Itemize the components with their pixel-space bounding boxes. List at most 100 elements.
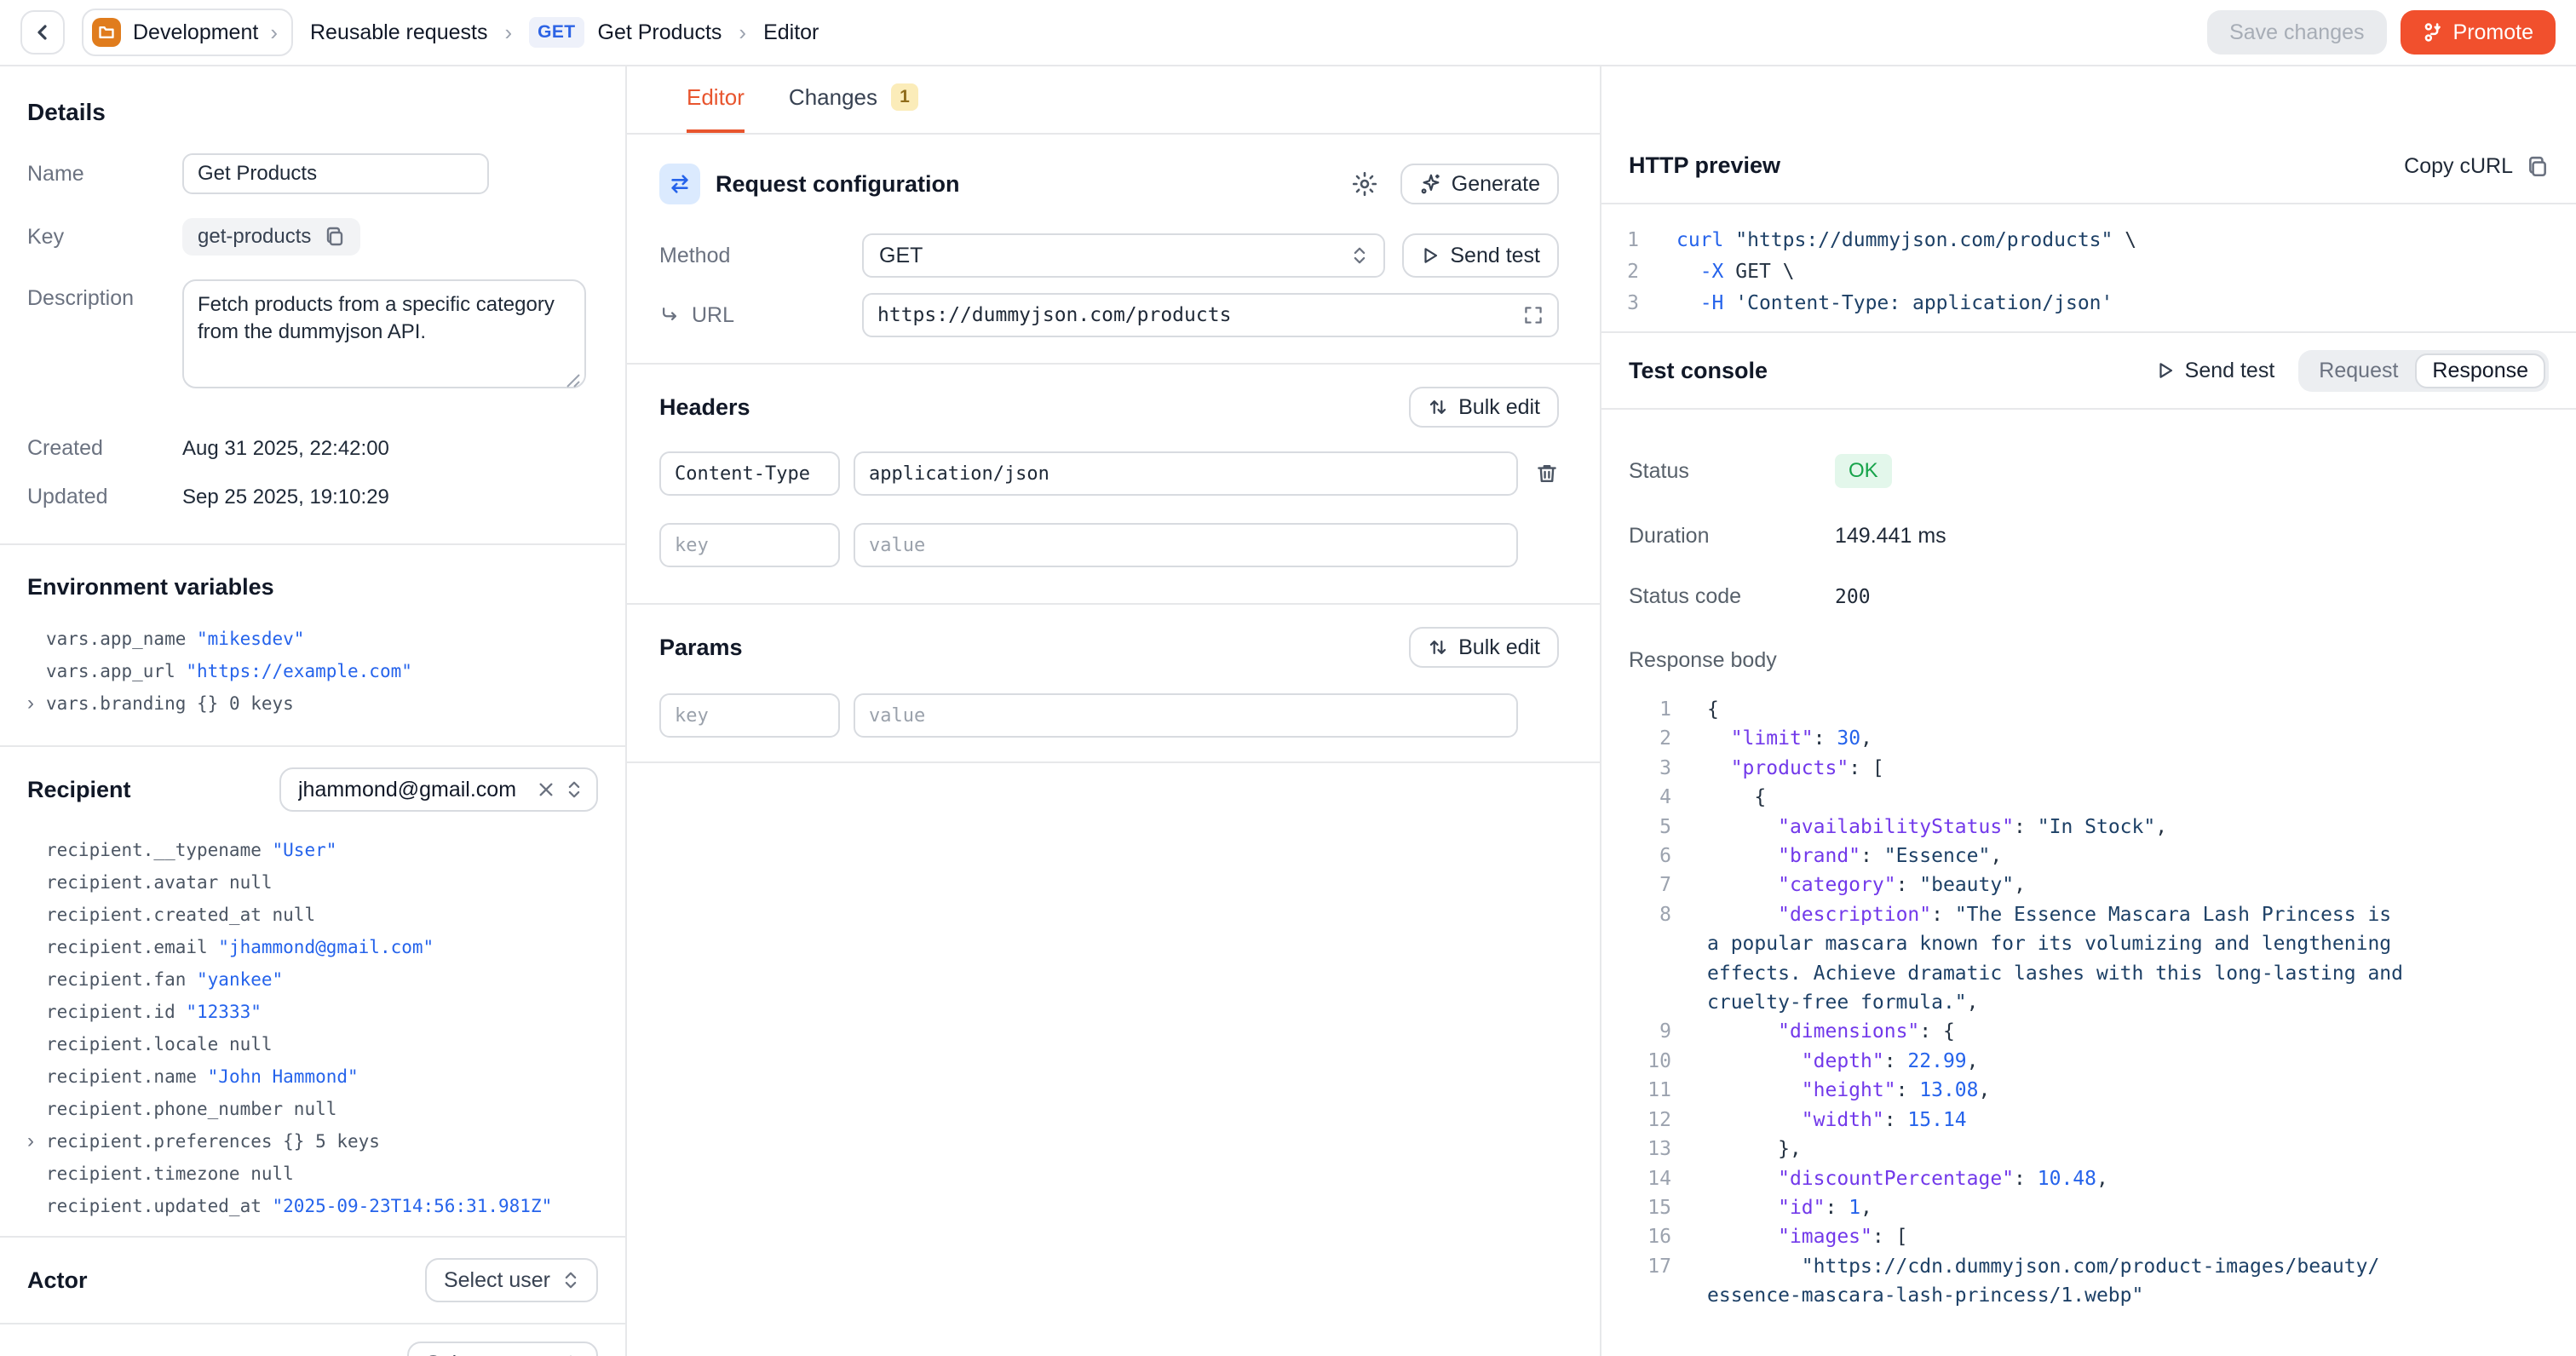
code-line: essence-mascara-lash-princess/1.webp": [1601, 1281, 2576, 1310]
tab-changes[interactable]: Changes 1: [789, 65, 918, 133]
maximize-icon[interactable]: [1523, 305, 1544, 325]
url-value: https://dummyjson.com/products: [877, 304, 1523, 326]
response-body-code: 1{2 "limit": 30,3 "products": [4 {5 "ava…: [1601, 673, 2576, 1311]
env-vars-rows: vars.app_name "mikesdev"vars.app_url "ht…: [27, 623, 598, 720]
code-line: 17 "https://cdn.dummyjson.com/product-im…: [1601, 1252, 2576, 1281]
key-label: Key: [27, 225, 182, 250]
swap-vertical-icon: [1428, 397, 1448, 417]
folder-icon: [92, 18, 121, 47]
code-line: 7 "category": "beauty",: [1601, 870, 2576, 899]
code-line: cruelty-free formula.",: [1601, 988, 2576, 1017]
expand-row-chevron-icon[interactable]: ›: [27, 1125, 34, 1158]
copy-icon[interactable]: [325, 227, 345, 247]
generate-button[interactable]: Generate: [1400, 164, 1559, 204]
tab-changes-label: Changes: [789, 84, 877, 111]
header-key-input[interactable]: [659, 451, 840, 496]
line-number: 2: [1601, 724, 1671, 753]
name-input[interactable]: [182, 153, 489, 194]
recipient-rows: recipient.__typename "User"recipient.ava…: [27, 834, 598, 1222]
http-preview-title: HTTP preview: [1629, 152, 1780, 179]
kv-row: ›vars.branding {} 0 keys: [46, 687, 598, 720]
code-line: 10 "depth": 22.99,: [1601, 1047, 2576, 1076]
line-number: 17: [1601, 1252, 1671, 1281]
kv-row: recipient.phone_number null: [46, 1093, 598, 1125]
chevron-left-icon: [32, 22, 53, 43]
code-line: 2 "limit": 30,: [1601, 724, 2576, 753]
save-changes-button[interactable]: Save changes: [2207, 10, 2386, 55]
toggle-response[interactable]: Response: [2415, 353, 2545, 388]
console-send-test-button[interactable]: Send test: [2156, 359, 2275, 383]
project-breadcrumb-chip[interactable]: Development ›: [82, 9, 293, 56]
details-sidebar: Details Name Key get-products Descriptio…: [0, 65, 627, 1356]
duration-value: 149.441 ms: [1835, 524, 1946, 549]
response-body-label: Response body: [1629, 648, 1835, 673]
key-value: get-products: [198, 225, 311, 249]
line-number: 10: [1601, 1047, 1671, 1076]
delete-header-row-button[interactable]: [1535, 462, 1559, 486]
gear-icon[interactable]: [1351, 170, 1378, 198]
env-vars-title: Environment variables: [27, 574, 598, 600]
code-line: 16 "images": [: [1601, 1222, 2576, 1251]
header-value-input[interactable]: [854, 451, 1518, 496]
header-value-input-empty[interactable]: [854, 523, 1518, 567]
code-line: 1curl "https://dummyjson.com/products" \: [1601, 225, 2576, 256]
recipient-combobox[interactable]: jhammond@gmail.com: [279, 767, 598, 812]
target-select-button[interactable]: Select tenant: [407, 1342, 598, 1356]
line-number: [1601, 959, 1671, 988]
headers-bulk-edit-button[interactable]: Bulk edit: [1409, 387, 1559, 428]
header-key-input-empty[interactable]: [659, 523, 840, 567]
params-bulk-edit-button[interactable]: Bulk edit: [1409, 627, 1559, 668]
kv-row: recipient.name "John Hammond": [46, 1060, 598, 1093]
git-branch-icon: [2423, 22, 2443, 43]
status-code-value: 200: [1835, 586, 1871, 608]
kv-row: recipient.updated_at "2025-09-23T14:56:3…: [46, 1190, 598, 1222]
kv-row: ›recipient.preferences {} 5 keys: [46, 1125, 598, 1158]
app-window: Development › Reusable requests › GET Ge…: [0, 0, 2576, 1356]
test-console-title: Test console: [1629, 358, 1768, 384]
target-title: Target: [27, 1346, 96, 1356]
play-icon: [2156, 361, 2175, 380]
line-number: 5: [1601, 813, 1671, 842]
line-number: 1: [1601, 695, 1671, 724]
tab-editor[interactable]: Editor: [687, 65, 745, 133]
request-config-icon: [659, 164, 700, 204]
promote-button[interactable]: Promote: [2401, 10, 2556, 55]
created-value: Aug 31 2025, 22:42:00: [182, 437, 389, 461]
send-test-button[interactable]: Send test: [1402, 233, 1559, 278]
expand-row-chevron-icon[interactable]: ›: [27, 687, 34, 720]
url-label: URL: [692, 303, 734, 328]
copy-curl-button[interactable]: Copy cURL: [2404, 154, 2549, 179]
method-select[interactable]: GET: [862, 233, 1385, 278]
resize-grip-icon[interactable]: [566, 373, 581, 388]
copy-icon: [2527, 156, 2549, 178]
breadcrumb-section[interactable]: Reusable requests: [310, 20, 487, 45]
send-test-label: Send test: [1450, 244, 1540, 268]
swap-vertical-icon: [1428, 637, 1448, 658]
headers-title: Headers: [659, 394, 750, 421]
line-number: 8: [1601, 900, 1671, 929]
breadcrumb-page[interactable]: Editor: [763, 20, 819, 45]
method-value: GET: [879, 244, 1351, 268]
toggle-request[interactable]: Request: [2302, 353, 2415, 388]
kv-row: recipient.id "12333": [46, 996, 598, 1028]
code-line: 9 "dimensions": {: [1601, 1017, 2576, 1046]
clear-x-icon[interactable]: [538, 782, 554, 797]
breadcrumb-request[interactable]: Get Products: [598, 20, 722, 45]
kv-row: recipient.locale null: [46, 1028, 598, 1060]
line-number: 6: [1601, 842, 1671, 870]
chevron-up-down-icon: [562, 1270, 579, 1290]
kv-row: recipient.__typename "User": [46, 834, 598, 866]
line-number: 7: [1601, 870, 1671, 899]
url-input[interactable]: https://dummyjson.com/products: [862, 293, 1559, 337]
params-title: Params: [659, 635, 743, 661]
param-key-input[interactable]: [659, 693, 840, 738]
back-button[interactable]: [20, 10, 65, 55]
corner-down-right-icon: [659, 305, 680, 325]
request-config-title: Request configuration: [716, 171, 960, 198]
param-value-input[interactable]: [854, 693, 1518, 738]
description-textarea[interactable]: Fetch products from a specific category …: [182, 279, 586, 388]
actor-title: Actor: [27, 1267, 88, 1294]
code-line: 1{: [1601, 695, 2576, 724]
chevron-up-down-icon[interactable]: [566, 779, 583, 800]
actor-select-button[interactable]: Select user: [425, 1258, 598, 1302]
